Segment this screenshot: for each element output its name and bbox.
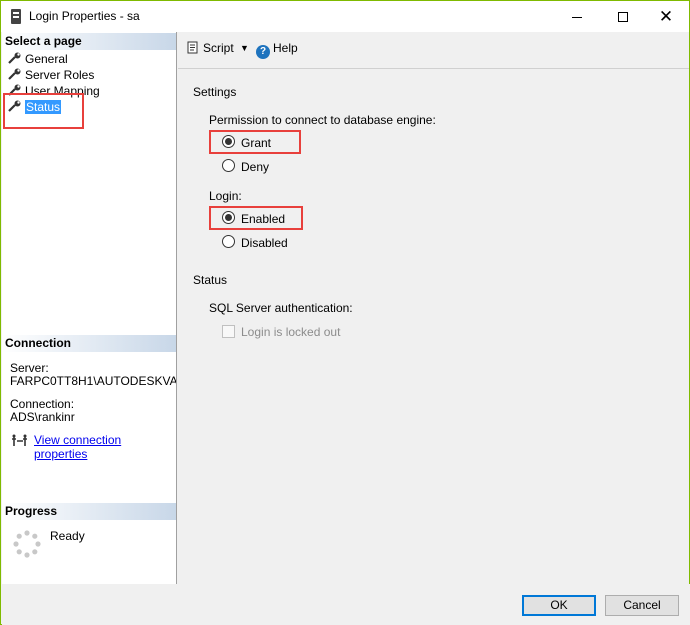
maximize-button[interactable] (600, 1, 646, 32)
help-icon: ? (256, 45, 270, 59)
help-label: Help (273, 41, 298, 55)
grant-label[interactable]: Grant (241, 136, 271, 150)
view-connection-properties-link[interactable]: View connection properties (34, 433, 176, 461)
server-label: Server: (10, 361, 49, 375)
grant-radio[interactable] (222, 135, 235, 148)
script-icon (187, 41, 198, 54)
wrench-icon (8, 68, 21, 80)
progress-status: Ready (50, 529, 85, 543)
connection-value: ADS\rankinr (10, 410, 75, 424)
progress-header: Progress (2, 503, 176, 520)
progress-spinner-icon (13, 530, 41, 558)
wrench-icon (8, 52, 21, 64)
status-section-label: Status (193, 273, 228, 287)
maximize-icon (618, 12, 628, 23)
close-button[interactable]: ✕ (643, 1, 689, 32)
minimize-icon (572, 16, 582, 18)
toolbar: Script ▼ ? Help (178, 32, 689, 62)
enabled-label[interactable]: Enabled (241, 212, 285, 226)
script-button[interactable]: Script (186, 41, 234, 55)
page-item-label: General (25, 52, 68, 66)
select-page-header: Select a page (2, 33, 176, 50)
settings-section-label: Settings (193, 85, 237, 99)
server-object-icon (11, 9, 21, 24)
status-highlight-box (3, 93, 84, 129)
sql-auth-label: SQL Server authentication: (209, 301, 353, 315)
login-label: Login: (209, 189, 242, 203)
title-bar: Login Properties - sa ✕ (1, 1, 689, 32)
window-title: Login Properties - sa (29, 9, 140, 23)
cancel-button[interactable]: Cancel (605, 595, 679, 616)
disabled-radio[interactable] (222, 235, 235, 248)
deny-label[interactable]: Deny (241, 160, 269, 174)
toolbar-divider (178, 68, 689, 69)
locked-out-label: Login is locked out (241, 325, 341, 339)
permission-label: Permission to connect to database engine… (209, 113, 436, 127)
right-pane: Script ▼ ? Help Settings Permission to co… (178, 32, 689, 584)
script-dropdown-arrow[interactable]: ▼ (240, 43, 249, 53)
connection-properties-icon (12, 434, 27, 446)
dialog-footer: OK Cancel (2, 584, 690, 625)
page-item-label: Server Roles (25, 68, 95, 82)
script-label: Script (203, 41, 234, 55)
page-item-general[interactable]: General (8, 51, 68, 67)
close-icon: ✕ (658, 7, 674, 26)
login-properties-window: Login Properties - sa ✕ Select a page Ge… (0, 0, 690, 625)
minimize-button[interactable] (554, 1, 600, 32)
ok-button[interactable]: OK (522, 595, 596, 616)
enabled-radio[interactable] (222, 211, 235, 224)
server-value: FARPC0TT8H1\AUTODESKVAULT (10, 375, 176, 388)
left-pane: Select a page General Server Roles User … (2, 32, 177, 584)
disabled-label[interactable]: Disabled (241, 236, 288, 250)
connection-header: Connection (2, 335, 176, 352)
deny-radio[interactable] (222, 159, 235, 172)
locked-out-checkbox[interactable] (222, 325, 235, 338)
page-item-server-roles[interactable]: Server Roles (8, 67, 94, 83)
help-button[interactable]: ? Help (256, 41, 298, 59)
